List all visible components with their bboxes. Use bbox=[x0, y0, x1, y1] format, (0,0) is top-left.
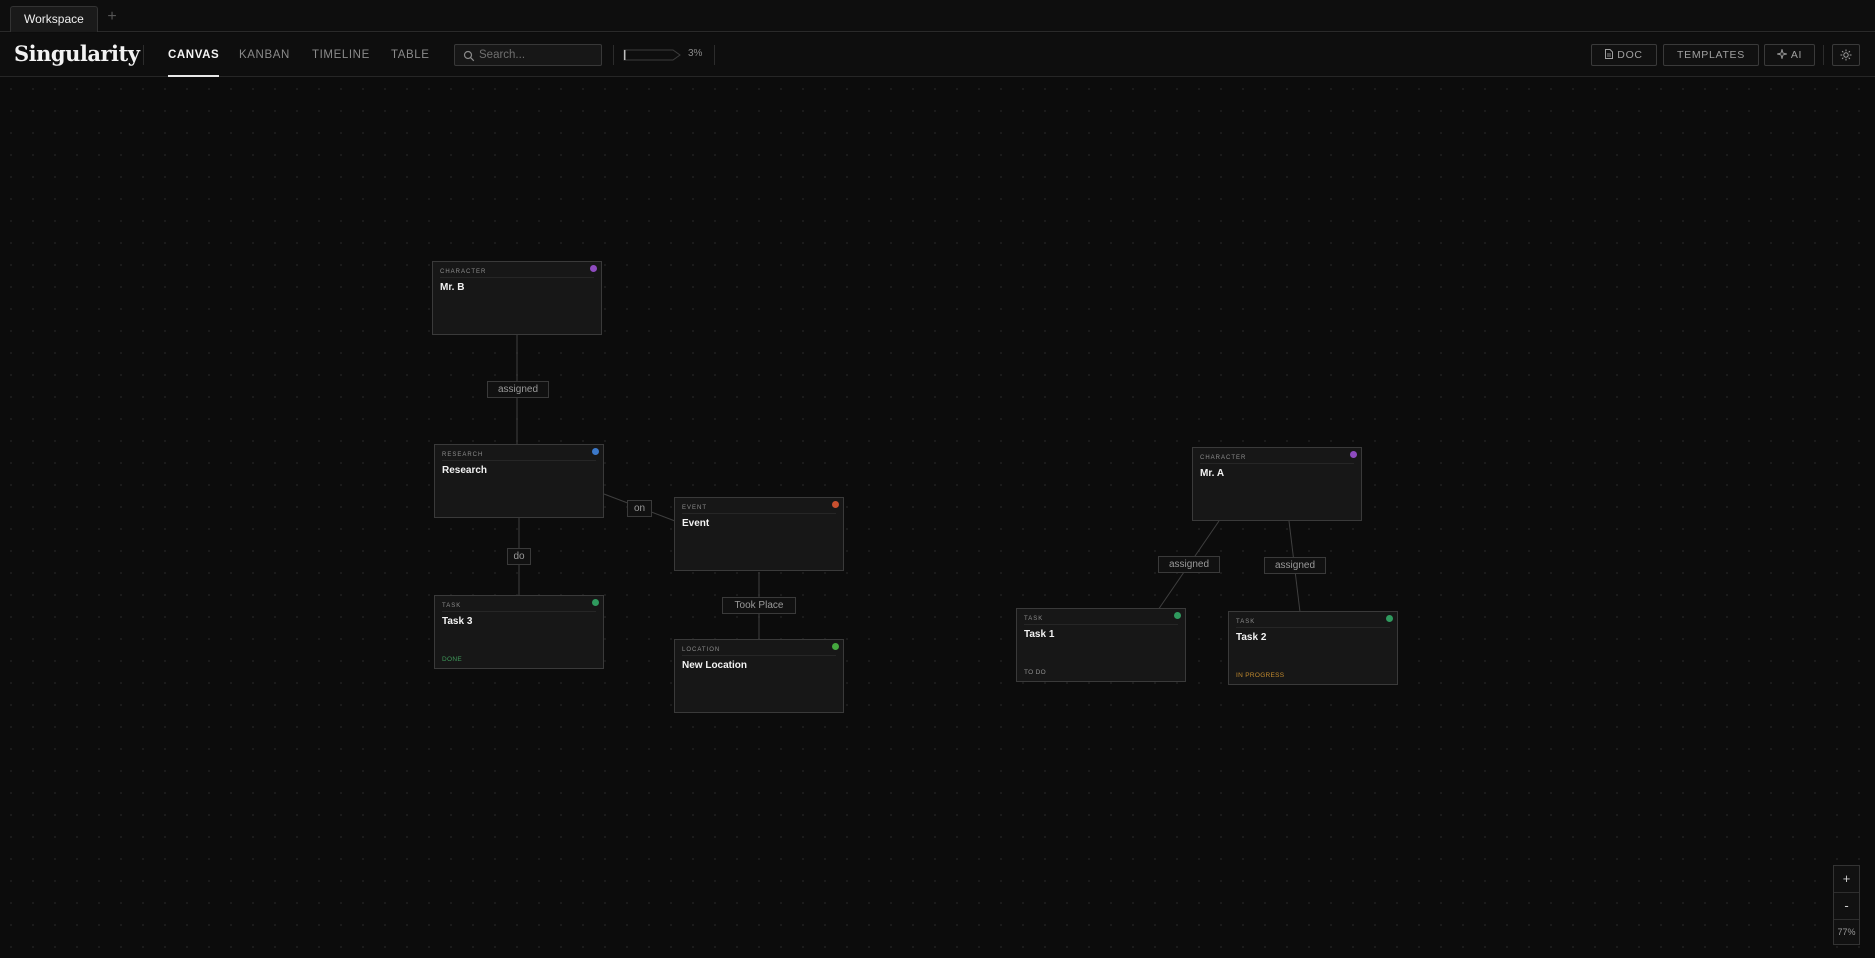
document-icon bbox=[1605, 49, 1614, 59]
node-color-dot bbox=[1386, 615, 1393, 622]
node-type: EVENT bbox=[682, 505, 708, 511]
node-divider bbox=[440, 277, 594, 278]
tab-timeline[interactable]: TIMELINE bbox=[312, 33, 370, 77]
node-type: TASK bbox=[1024, 616, 1044, 622]
canvas-area[interactable] bbox=[0, 78, 1875, 958]
node-type: CHARACTER bbox=[440, 269, 487, 275]
search-input[interactable] bbox=[479, 47, 597, 63]
node-title: Task 1 bbox=[1024, 629, 1055, 640]
node-event[interactable]: EVENT Event bbox=[674, 497, 844, 571]
doc-button-label: DOC bbox=[1617, 49, 1643, 61]
node-color-dot bbox=[592, 448, 599, 455]
node-mr-b[interactable]: CHARACTER Mr. B bbox=[432, 261, 602, 335]
node-title: Mr. B bbox=[440, 282, 465, 293]
node-divider bbox=[1200, 463, 1354, 464]
node-task-1[interactable]: TASK Task 1 TO DO bbox=[1016, 608, 1186, 682]
node-divider bbox=[682, 513, 836, 514]
node-color-dot bbox=[1174, 612, 1181, 619]
node-title: Task 3 bbox=[442, 616, 473, 627]
zoom-controls: + - 77% bbox=[1833, 865, 1860, 945]
node-task-2[interactable]: TASK Task 2 IN PROGRESS bbox=[1228, 611, 1398, 685]
status-badge: IN PROGRESS bbox=[1236, 672, 1285, 679]
node-title: New Location bbox=[682, 660, 748, 671]
node-type: LOCATION bbox=[682, 647, 721, 653]
node-divider bbox=[442, 611, 596, 612]
node-divider bbox=[1236, 627, 1390, 628]
add-tab-button[interactable]: + bbox=[104, 8, 120, 26]
edge-label-assigned[interactable]: assigned bbox=[1158, 556, 1220, 573]
app-brand: Singularity bbox=[14, 41, 140, 66]
node-task-3[interactable]: TASK Task 3 DONE bbox=[434, 595, 604, 669]
node-title: Mr. A bbox=[1200, 468, 1225, 479]
tab-canvas[interactable]: CANVAS bbox=[168, 33, 220, 77]
header-divider bbox=[714, 45, 715, 65]
ai-button[interactable]: AI bbox=[1764, 44, 1815, 66]
node-color-dot bbox=[592, 599, 599, 606]
sun-icon bbox=[1840, 49, 1852, 61]
header-divider bbox=[613, 45, 614, 65]
edge-label-on[interactable]: on bbox=[627, 500, 652, 517]
node-title: Task 2 bbox=[1236, 632, 1267, 643]
edge-label-do[interactable]: do bbox=[507, 548, 531, 565]
node-title: Event bbox=[682, 518, 710, 529]
node-divider bbox=[1024, 624, 1178, 625]
edge-label-assigned[interactable]: assigned bbox=[487, 381, 549, 398]
node-type: CHARACTER bbox=[1200, 455, 1247, 461]
search-box[interactable] bbox=[454, 44, 602, 66]
node-divider bbox=[442, 460, 596, 461]
node-new-location[interactable]: LOCATION New Location bbox=[674, 639, 844, 713]
node-type: RESEARCH bbox=[442, 452, 484, 458]
node-mr-a[interactable]: CHARACTER Mr. A bbox=[1192, 447, 1362, 521]
node-color-dot bbox=[832, 643, 839, 650]
tab-table[interactable]: TABLE bbox=[391, 33, 430, 77]
progress-label: 3% bbox=[688, 48, 703, 59]
node-color-dot bbox=[1350, 451, 1357, 458]
node-type: TASK bbox=[442, 603, 462, 609]
progress-bar bbox=[623, 49, 681, 61]
node-type: TASK bbox=[1236, 619, 1256, 625]
app-header: Singularity CANVAS KANBAN TIMELINE TABLE… bbox=[0, 33, 1875, 77]
edge-label-assigned[interactable]: assigned bbox=[1264, 557, 1326, 574]
progress-fill bbox=[624, 50, 626, 60]
status-badge: TO DO bbox=[1024, 669, 1046, 676]
node-color-dot bbox=[590, 265, 597, 272]
tab-workspace[interactable]: Workspace bbox=[10, 6, 98, 32]
zoom-out-button[interactable]: - bbox=[1834, 893, 1859, 919]
node-color-dot bbox=[832, 501, 839, 508]
search-icon bbox=[463, 50, 475, 62]
node-research[interactable]: RESEARCH Research bbox=[434, 444, 604, 518]
status-badge: DONE bbox=[442, 656, 462, 663]
node-title: Research bbox=[442, 465, 488, 476]
edge-label-took-place[interactable]: Took Place bbox=[722, 597, 796, 614]
sparkle-icon bbox=[1775, 47, 1788, 61]
doc-button[interactable]: DOC bbox=[1591, 44, 1657, 66]
templates-button-label: TEMPLATES bbox=[1677, 49, 1745, 61]
templates-button[interactable]: TEMPLATES bbox=[1663, 44, 1759, 66]
zoom-level-label: 77% bbox=[1837, 927, 1856, 937]
header-divider bbox=[143, 45, 144, 65]
ai-button-label: AI bbox=[1790, 49, 1803, 61]
node-divider bbox=[682, 655, 836, 656]
header-divider bbox=[1823, 45, 1824, 65]
tab-kanban[interactable]: KANBAN bbox=[239, 33, 290, 77]
zoom-in-button[interactable]: + bbox=[1834, 866, 1859, 892]
theme-toggle-button[interactable] bbox=[1832, 44, 1860, 66]
tab-strip: Workspace + bbox=[0, 0, 1875, 32]
